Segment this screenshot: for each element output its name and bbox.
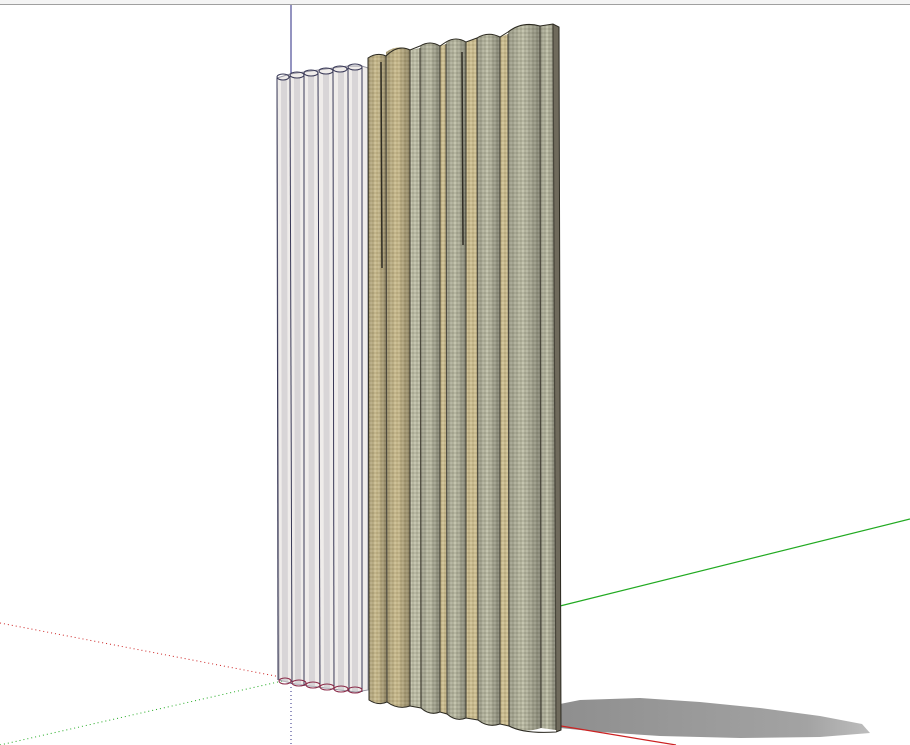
scene-canvas[interactable] <box>0 0 910 745</box>
pleat <box>508 24 541 731</box>
pleat <box>466 38 478 720</box>
ground-shadow <box>555 698 870 738</box>
pleat <box>410 48 421 708</box>
modeling-viewport[interactable] <box>0 0 910 745</box>
pleat <box>386 47 410 708</box>
pleat <box>368 54 387 704</box>
pleat <box>477 34 500 726</box>
red-axis-dotted <box>0 622 292 680</box>
green-axis-line <box>559 518 910 607</box>
ghost-panel[interactable] <box>276 63 369 694</box>
pleat <box>420 43 440 714</box>
green-axis-dotted <box>0 678 292 745</box>
curtain-panel[interactable] <box>367 23 562 733</box>
